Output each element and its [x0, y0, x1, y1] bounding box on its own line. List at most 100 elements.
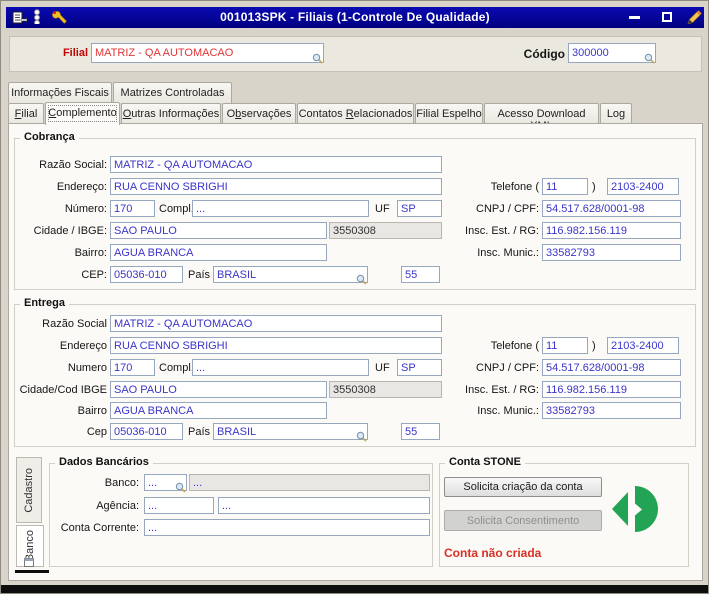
- titlebar: 001013SPK - Filiais (1-Controle De Quali…: [6, 7, 704, 28]
- dados-bancarios-group-title: Dados Bancários: [55, 456, 153, 468]
- tab-label: Informações Fiscais: [11, 87, 109, 99]
- cobranca-group-title: Cobrança: [20, 131, 79, 143]
- cobranca-compl-input[interactable]: [192, 200, 369, 217]
- window-bottom-edge: [1, 585, 708, 593]
- entrega-ddd-input[interactable]: [542, 337, 588, 354]
- cobranca-razao-social-label: Razão Social:: [39, 159, 107, 171]
- entrega-group-title: Entrega: [20, 297, 69, 309]
- tab-label: Matrizes Controladas: [120, 87, 225, 99]
- filial-label: Filial: [62, 47, 88, 59]
- cobranca-telefone-label: Telefone (: [490, 181, 539, 193]
- filial-lookup-magnifier-icon[interactable]: [312, 53, 323, 64]
- cobranca-insc-est-input[interactable]: [542, 222, 681, 239]
- mini-grid-icon: [24, 558, 34, 567]
- codigo-label: Código: [523, 47, 565, 61]
- entrega-pais-input[interactable]: [213, 423, 368, 440]
- tab-informacoes-fiscais[interactable]: Informações Fiscais: [8, 82, 112, 103]
- entrega-telefone-input[interactable]: [607, 337, 679, 354]
- agencia-codigo-input[interactable]: [144, 497, 214, 514]
- entrega-insc-mun-input[interactable]: [542, 402, 681, 419]
- solicita-consentimento-button[interactable]: Solicita Consentimento: [444, 510, 602, 531]
- tab-contatos-relacionados[interactable]: Contatos Relacionados: [297, 103, 414, 124]
- side-tab-cadastro[interactable]: Cadastro: [16, 457, 42, 523]
- cobranca-endereco-label: Endereço:: [56, 181, 107, 193]
- banco-nome-readonly-field: [189, 474, 430, 491]
- entrega-ddi-input[interactable]: [401, 423, 440, 440]
- cobranca-uf-label: UF: [375, 203, 390, 215]
- tab-outras-informacoes[interactable]: Outras Informações: [121, 103, 221, 124]
- conta-corrente-label: Conta Corrente:: [60, 522, 139, 534]
- cobranca-ddi-input[interactable]: [401, 266, 440, 283]
- cobranca-pais-label: País: [188, 269, 211, 281]
- cobranca-insc-est-label: Insc. Est. / RG:: [465, 225, 539, 237]
- entrega-bairro-input[interactable]: [110, 402, 327, 419]
- cobranca-numero-input[interactable]: [110, 200, 155, 217]
- cobranca-insc-mun-input[interactable]: [542, 244, 681, 261]
- cobranca-insc-mun-label: Insc. Munic.:: [477, 247, 539, 259]
- edit-pencil-icon[interactable]: [686, 9, 702, 24]
- entrega-numero-label: Numero: [67, 362, 107, 374]
- active-tab-indicator: [15, 570, 49, 573]
- cobranca-endereco-input[interactable]: [110, 178, 442, 195]
- entrega-telefone-label: Telefone (: [490, 340, 539, 352]
- tab-log[interactable]: Log: [600, 103, 632, 124]
- entrega-cidade-ibge-label: Cidade/Cod IBGE: [19, 384, 107, 396]
- cobranca-cnpj-label: CNPJ / CPF:: [476, 203, 539, 215]
- tab-observacoes[interactable]: Observações: [222, 103, 296, 124]
- agencia-label: Agência:: [96, 500, 139, 512]
- entrega-numero-input[interactable]: [110, 359, 155, 376]
- banco-lookup-magnifier-icon[interactable]: [175, 482, 186, 493]
- cobranca-cep-input[interactable]: [110, 266, 183, 283]
- entrega-insc-mun-label: Insc. Munic.:: [477, 405, 539, 417]
- entrega-bairro-label: Bairro: [77, 405, 107, 417]
- entrega-telefone-close-paren: ): [592, 340, 596, 352]
- entrega-pais-label: País: [188, 426, 211, 438]
- entrega-cep-label: Cep: [86, 426, 107, 438]
- cobranca-bairro-input[interactable]: [110, 244, 327, 261]
- cobranca-compl-label: Compl.: [159, 203, 194, 215]
- entrega-endereco-input[interactable]: [110, 337, 442, 354]
- entrega-compl-input[interactable]: [192, 359, 369, 376]
- cobranca-cnpj-input[interactable]: [542, 200, 681, 217]
- tab-filial[interactable]: Filial: [8, 103, 44, 124]
- tab-matrizes-controladas[interactable]: Matrizes Controladas: [113, 82, 232, 103]
- tab-complemento[interactable]: Complemento: [45, 102, 120, 125]
- minimize-button[interactable]: [629, 16, 640, 19]
- cobranca-razao-social-input[interactable]: [110, 156, 442, 173]
- entrega-endereco-label: Endereço: [59, 340, 107, 352]
- codigo-lookup-magnifier-icon[interactable]: [644, 53, 655, 64]
- cobranca-ddd-input[interactable]: [542, 178, 588, 195]
- window-title: 001013SPK - Filiais (1-Controle De Quali…: [220, 10, 490, 24]
- entrega-pais-lookup-magnifier-icon[interactable]: [356, 431, 367, 442]
- tab-acesso-download-xml[interactable]: Acesso Download XML: [484, 103, 599, 132]
- entrega-insc-est-label: Insc. Est. / RG:: [465, 384, 539, 396]
- stone-logo: [612, 486, 658, 532]
- entrega-compl-label: Compl.: [159, 362, 194, 374]
- banco-label: Banco:: [104, 477, 139, 489]
- cobranca-cidade-ibge-label: Cidade / IBGE:: [33, 225, 107, 237]
- entrega-razao-social-input[interactable]: [110, 315, 442, 332]
- entrega-cnpj-label: CNPJ / CPF:: [476, 362, 539, 374]
- maximize-button[interactable]: [662, 12, 672, 22]
- cobranca-numero-label: Número:: [64, 203, 107, 215]
- entrega-cep-input[interactable]: [110, 423, 183, 440]
- conta-corrente-input[interactable]: [144, 519, 430, 536]
- entrega-cnpj-input[interactable]: [542, 359, 681, 376]
- codigo-input[interactable]: [568, 43, 656, 63]
- entrega-razao-social-label: Razão Social: [42, 318, 107, 330]
- entrega-uf-label: UF: [375, 362, 390, 374]
- cobranca-pais-input[interactable]: [213, 266, 368, 283]
- conta-stone-status-text: Conta não criada: [444, 546, 542, 560]
- filial-input[interactable]: [91, 43, 324, 63]
- cobranca-cidade-input[interactable]: [110, 222, 327, 239]
- solicita-criacao-conta-button[interactable]: Solicita criação da conta: [444, 477, 602, 497]
- cobranca-telefone-close-paren: ): [592, 181, 596, 193]
- agencia-compl-input[interactable]: [218, 497, 430, 514]
- entrega-cidade-input[interactable]: [110, 381, 327, 398]
- side-tab-label: Banco: [24, 530, 36, 562]
- cobranca-pais-lookup-magnifier-icon[interactable]: [356, 274, 367, 285]
- entrega-insc-est-input[interactable]: [542, 381, 681, 398]
- app-window: 001013SPK - Filiais (1-Controle De Quali…: [0, 0, 709, 594]
- tab-filial-espelho[interactable]: Filial Espelho: [415, 103, 483, 124]
- cobranca-telefone-input[interactable]: [607, 178, 679, 195]
